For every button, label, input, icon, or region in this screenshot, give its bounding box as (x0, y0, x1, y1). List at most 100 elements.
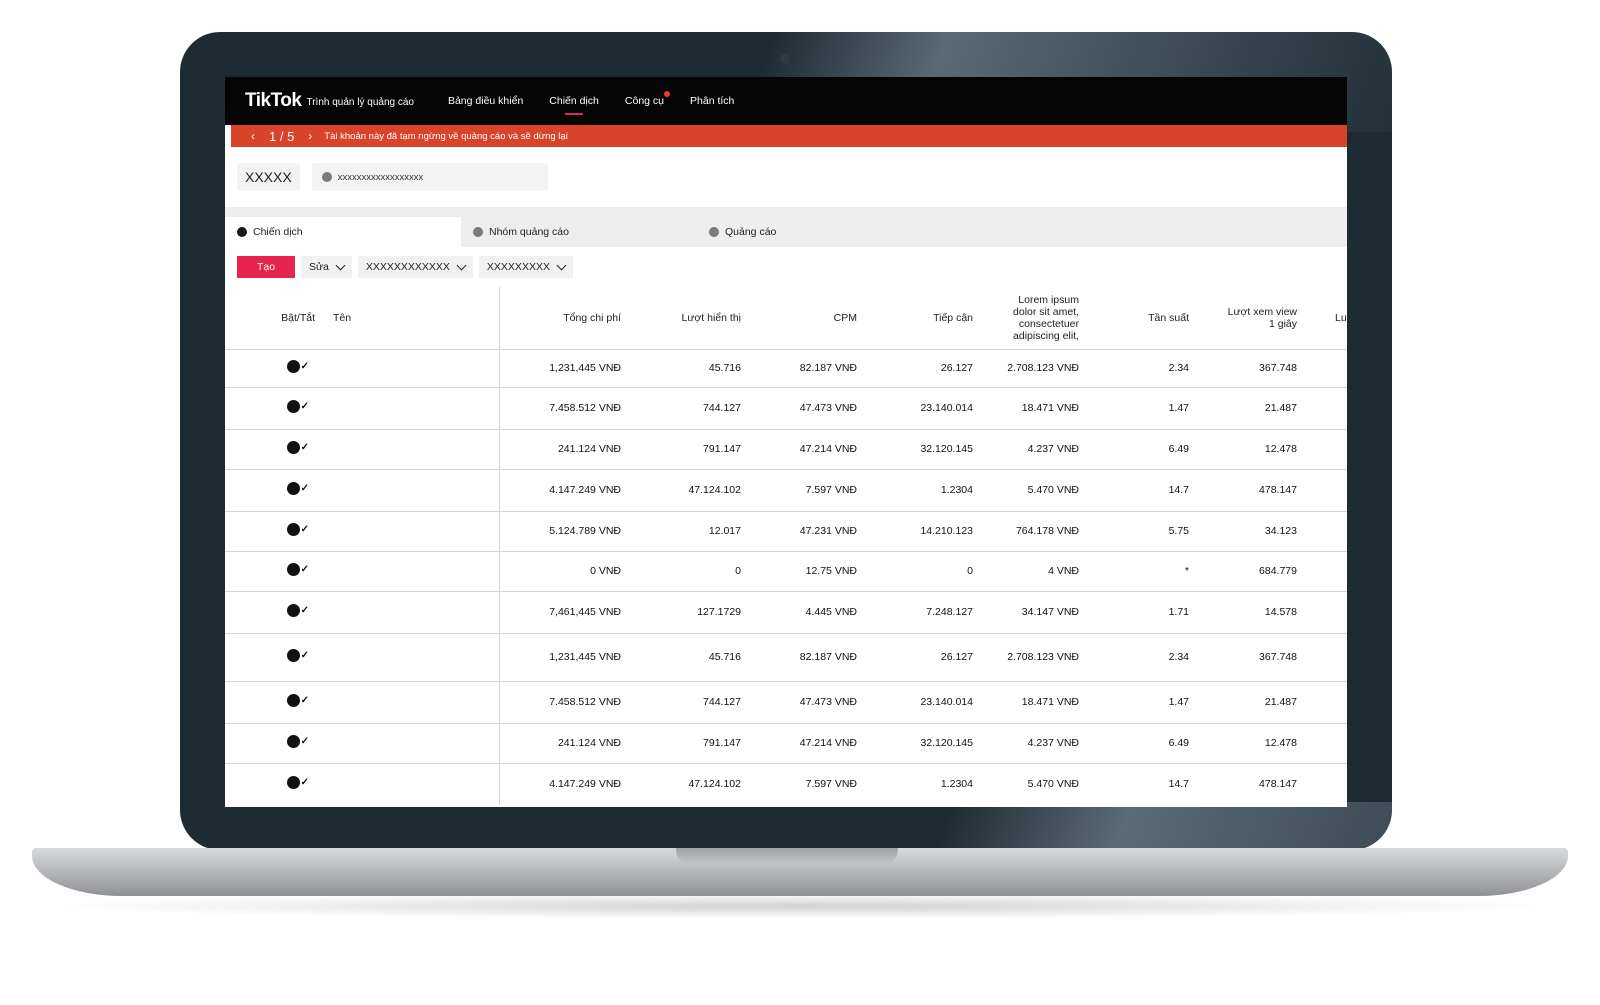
account-selector[interactable]: xxxxxxxxxxxxxxxxxx (311, 163, 548, 191)
check-icon: ✓ (300, 695, 309, 706)
tab-ad-groups[interactable]: Nhóm quảng cáo (461, 217, 697, 247)
impressions-cell: 0 (735, 565, 741, 577)
name-cell[interactable] (323, 591, 500, 633)
toggle-switch[interactable]: ✓ (286, 441, 309, 454)
table-row[interactable]: ✓ 0 VNĐ 0 12.75 VNĐ 0 4 VNĐ * 684.779 (225, 551, 1347, 591)
tab-label: Chiến dịch (253, 226, 303, 238)
frequency-cell: 14.7 (1168, 484, 1189, 496)
col-views-header[interactable]: Lượt xem view 1 giây (1197, 287, 1305, 349)
check-icon: ✓ (300, 777, 309, 789)
table-row[interactable]: ✓ 7,461,445 VNĐ 127.1729 4.445 VNĐ 7.248.127… (225, 591, 1347, 633)
nav-analytics[interactable]: Phân tích (690, 95, 734, 107)
views-cell: 34.123 (1264, 525, 1297, 537)
edit-dropdown[interactable]: Sửa (301, 256, 352, 278)
cost-cell: 5.124.789 VNĐ (549, 525, 621, 537)
table-row[interactable]: ✓ 4.147.249 VNĐ 47.124.102 7.597 VNĐ 1.2304 5… (225, 469, 1347, 511)
nav-campaigns[interactable]: Chiến dịch (549, 95, 599, 115)
toggle-switch[interactable]: ✓ (286, 563, 309, 576)
toggle-switch[interactable]: ✓ (286, 523, 309, 536)
cpm-cell: 47.473 VNĐ (799, 402, 857, 414)
name-cell[interactable] (323, 511, 500, 551)
col-frequency-header[interactable]: Tần suất (1087, 287, 1197, 349)
cost-cell: 1,231,445 VNĐ (549, 362, 621, 374)
toggle-switch[interactable]: ✓ (286, 735, 309, 748)
filter-dropdown-1[interactable]: XXXXXXXXXXXX (357, 256, 473, 278)
tab-ads[interactable]: Quảng cáo (697, 217, 776, 247)
tiktok-logo[interactable]: TikTok (245, 90, 302, 112)
overflow-cell (1305, 633, 1347, 681)
lorem-cell: 4 VNĐ (1048, 565, 1079, 577)
check-icon: ✓ (300, 401, 309, 412)
name-cell[interactable] (323, 763, 500, 805)
col-reach-header[interactable]: Tiếp cận (865, 287, 981, 349)
name-cell[interactable] (323, 723, 500, 763)
table-row[interactable]: ✓ 241.124 VNĐ 791.147 47.214 VNĐ 32.120.145 4… (225, 723, 1347, 763)
toggle-switch[interactable]: ✓ (286, 649, 309, 662)
level-tabs: Chiến dịch Nhóm quảng cáo Quảng cáo (225, 207, 1347, 247)
check-icon: ✓ (300, 605, 309, 616)
nav-tools[interactable]: Công cụ (625, 91, 671, 107)
reach-cell: 23.140.014 (920, 696, 973, 708)
filter-dropdown-2[interactable]: XXXXXXXXX (478, 256, 573, 278)
toggle-switch[interactable]: ✓ (286, 776, 309, 790)
toggle-switch[interactable]: ✓ (286, 400, 309, 413)
overflow-cell (1305, 551, 1347, 591)
table-row[interactable]: ✓ 7.458.512 VNĐ 744.127 47.473 VNĐ 23.140.01… (225, 387, 1347, 429)
account-name[interactable]: XXXXX (237, 163, 300, 191)
name-cell[interactable] (323, 387, 500, 429)
toggle-switch[interactable]: ✓ (286, 482, 309, 495)
name-cell[interactable] (323, 469, 500, 511)
table-row[interactable]: ✓ 1,231,445 VNĐ 45.716 82.187 VNĐ 26.127 2.70… (225, 349, 1347, 387)
create-button[interactable]: Tạo (237, 256, 295, 278)
nav-dashboard[interactable]: Bảng điều khiển (448, 95, 523, 107)
col-cpm-header[interactable]: CPM (749, 287, 865, 349)
toggle-switch[interactable]: ✓ (286, 604, 309, 617)
chevron-right-icon[interactable]: › (308, 129, 312, 143)
toggle-knob-icon (286, 523, 300, 536)
table-row[interactable]: ✓ 7.458.512 VNĐ 744.127 47.473 VNĐ 23.140.01… (225, 681, 1347, 723)
app-subtitle: Trình quản lý quảng cáo (306, 96, 414, 108)
check-icon: ✓ (300, 361, 309, 372)
name-cell[interactable] (323, 551, 500, 591)
overflow-cell (1305, 723, 1347, 763)
toggle-cell: ✓ (225, 681, 323, 723)
lorem-cell: 5.470 VNĐ (1027, 778, 1079, 791)
radio-dot-icon (473, 227, 483, 237)
lorem-cell: 2.708.123 VNĐ (1007, 651, 1079, 663)
name-cell[interactable] (323, 681, 500, 723)
table-row[interactable]: ✓ 241.124 VNĐ 791.147 47.214 VNĐ 32.120.145 4… (225, 429, 1347, 469)
check-icon: ✓ (300, 442, 309, 453)
lorem-cell: 5.470 VNĐ (1027, 484, 1079, 496)
col-name-header[interactable]: Tên (323, 287, 500, 349)
reach-cell: 23.140.014 (920, 402, 973, 414)
lorem-cell: 34.147 VNĐ (1021, 606, 1079, 618)
account-id: xxxxxxxxxxxxxxxxxx (337, 171, 424, 183)
impressions-cell: 127.1729 (697, 606, 741, 618)
cpm-cell: 47.473 VNĐ (799, 696, 857, 708)
col-toggle-header[interactable]: Bật/Tắt (225, 287, 323, 349)
table-row[interactable]: ✓ 5.124.789 VNĐ 12.017 47.231 VNĐ 14.210.123… (225, 511, 1347, 551)
table-row[interactable]: ✓ 4.147.249 VNĐ 47.124.102 7.597 VNĐ 1.2304 5… (225, 763, 1347, 805)
views-cell: 684.779 (1259, 565, 1297, 577)
name-cell[interactable] (323, 633, 500, 681)
col-lorem-header[interactable]: Lorem ipsum dolor sit amet, consectetuer… (981, 287, 1087, 349)
col-impressions-header[interactable]: Lượt hiển thị (629, 287, 749, 349)
name-cell[interactable] (323, 349, 500, 387)
cpm-cell: 47.214 VNĐ (799, 443, 857, 455)
col-more-header[interactable]: Lu (1305, 287, 1347, 349)
col-cost-header[interactable]: Tổng chi phí (499, 287, 629, 349)
table-header: Bật/Tắt Tên Tổng chi phí Lượt hiển thị C… (225, 287, 1347, 349)
chevron-left-icon[interactable]: ‹ (251, 129, 255, 143)
impressions-cell: 791.147 (703, 737, 741, 749)
toggle-knob-icon (286, 482, 300, 495)
toolbar: Tạo Sửa XXXXXXXXXXXX XXXXXXXXX (225, 247, 1347, 287)
toggle-switch[interactable]: ✓ (286, 360, 309, 373)
radio-dot-icon (237, 227, 247, 237)
views-cell: 12.478 (1264, 737, 1297, 749)
tab-campaigns[interactable]: Chiến dịch (225, 217, 461, 247)
name-cell[interactable] (323, 429, 500, 469)
check-icon: ✓ (300, 650, 309, 661)
toggle-switch[interactable]: ✓ (286, 694, 309, 707)
toggle-knob-icon (286, 563, 300, 576)
table-row[interactable]: ✓ 1,231,445 VNĐ 45.716 82.187 VNĐ 26.127 2.70… (225, 633, 1347, 681)
